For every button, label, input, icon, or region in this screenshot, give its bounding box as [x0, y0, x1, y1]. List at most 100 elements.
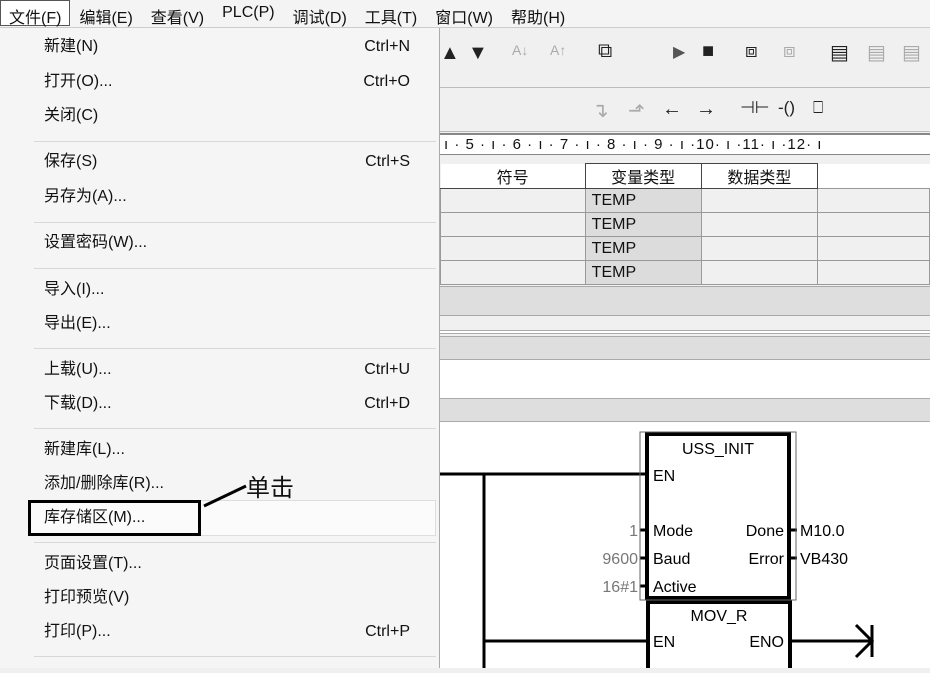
chart-status-icon[interactable]: ▤ — [867, 40, 886, 65]
menu-tools[interactable]: 工具(T) — [356, 0, 426, 27]
menu-item-label: 新建(N) — [44, 38, 99, 55]
menu-item-shortcut: Ctrl+D — [364, 395, 410, 412]
mov-r-eno: ENO — [749, 634, 784, 651]
menu-item-label: 另存为(A)... — [44, 188, 127, 205]
menu-item[interactable]: 设置密码(W)... — [44, 230, 424, 256]
menu-help[interactable]: 帮助(H) — [502, 0, 574, 27]
pin-active: Active — [653, 579, 697, 596]
separator — [34, 268, 436, 269]
menu-item[interactable]: 打印预览(V) — [44, 585, 424, 611]
network-comment[interactable] — [440, 360, 930, 398]
pin-done: Done — [746, 523, 784, 540]
active-value[interactable]: 16#1 — [602, 579, 638, 596]
menu-item[interactable]: 另存为(A)... — [44, 184, 424, 210]
box-icon[interactable]: ⎕ — [813, 98, 823, 118]
run-icon[interactable]: ▶ — [673, 42, 685, 62]
menu-item-shortcut: Ctrl+U — [364, 361, 410, 378]
ladder-network: USS_INIT EN Mode Baud Active 1 9600 16#1… — [440, 422, 930, 673]
menu-file[interactable]: 文件(F) — [0, 0, 71, 27]
stop-icon[interactable]: ■ — [702, 40, 714, 63]
menu-item-label: 导出(E)... — [44, 315, 111, 332]
var-type-cell[interactable]: TEMP — [584, 212, 702, 237]
menu-item[interactable]: 导出(E)... — [44, 311, 424, 337]
menu-item-label: 保存(S) — [44, 153, 98, 170]
menu-item[interactable]: 下载(D)... Ctrl+D — [44, 391, 424, 417]
menu-edit[interactable]: 编辑(E) — [70, 0, 141, 27]
menu-plc[interactable]: PLC(P) — [213, 0, 283, 26]
menu-item-label: 库存储区(M)... — [44, 509, 146, 526]
compile-icon[interactable]: ⧈ — [745, 40, 758, 63]
sort-ascending-icon[interactable]: A↓ — [512, 42, 528, 58]
table-row[interactable]: TEMP — [440, 188, 930, 213]
menu-item-label: 关闭(C) — [44, 107, 99, 124]
menu-item[interactable]: 保存(S) Ctrl+S — [44, 149, 424, 175]
baud-value[interactable]: 9600 — [602, 551, 638, 568]
menu-item[interactable]: 新建库(L)... — [44, 437, 424, 463]
menu-item-shortcut: Ctrl+N — [364, 38, 410, 55]
menu-item[interactable]: 打印(P)... Ctrl+P — [44, 619, 424, 645]
var-type-cell[interactable]: TEMP — [584, 260, 702, 285]
insert-left-line-icon[interactable]: ← — [662, 98, 682, 121]
trend-icon[interactable]: ▤ — [902, 40, 921, 65]
done-value[interactable]: M10.0 — [800, 523, 845, 540]
menu-item[interactable]: 新建(N) Ctrl+N — [44, 34, 424, 60]
menu-item[interactable]: 上载(U)... Ctrl+U — [44, 357, 424, 383]
insert-right-line-icon[interactable]: → — [696, 98, 716, 121]
separator — [34, 542, 436, 543]
menu-item-shortcut: Ctrl+S — [365, 153, 410, 170]
table-row[interactable]: TEMP — [440, 212, 930, 237]
network-title-bar — [440, 336, 930, 360]
error-value[interactable]: VB430 — [800, 551, 848, 568]
move-down-icon[interactable]: ▼ — [468, 42, 488, 65]
pin-error: Error — [748, 551, 784, 568]
uss-init-title: USS_INIT — [682, 441, 754, 458]
menu-item[interactable]: 关闭(C) — [44, 103, 424, 129]
move-up-icon[interactable]: ▲ — [440, 42, 460, 65]
insert-up-line-icon[interactable]: ⬏ — [628, 98, 645, 123]
menu-window[interactable]: 窗口(W) — [426, 0, 502, 27]
mode-value[interactable]: 1 — [629, 523, 638, 540]
separator — [34, 428, 436, 429]
coil-icon[interactable]: -() — [778, 98, 795, 118]
menu-item-label: 打印预览(V) — [44, 589, 130, 606]
var-type-cell[interactable]: TEMP — [584, 236, 702, 261]
menu-item[interactable]: 库存储区(M)... — [44, 505, 424, 531]
menu-item[interactable]: 页面设置(T)... — [44, 551, 424, 577]
menu-item-shortcut: Ctrl+O — [363, 73, 410, 90]
insert-down-line-icon[interactable]: ↴ — [592, 98, 609, 123]
toolbar-1: ▲ ▼ A↓ A↑ ⧉ ▶ ■ ⧈ ⧈ ▤ ▤ ▤ — [440, 28, 930, 88]
table-row[interactable]: TEMP — [440, 260, 930, 285]
divider — [440, 330, 930, 334]
menu-item[interactable]: 添加/删除库(R)... — [44, 471, 424, 497]
menu-item-label: 新建库(L)... — [44, 441, 125, 458]
mov-r-en: EN — [653, 634, 675, 651]
col-symbol: 符号 — [440, 163, 586, 189]
menu-item-label: 页面设置(T)... — [44, 555, 142, 572]
variable-table: 符号 变量类型 数据类型 TEMP TEMP TEMP TEMP — [440, 163, 930, 285]
pin-mode: Mode — [653, 523, 693, 540]
menu-item[interactable]: 导入(I)... — [44, 277, 424, 303]
mov-r-title: MOV_R — [691, 608, 748, 625]
menu-view[interactable]: 查看(V) — [142, 0, 213, 27]
ruler: ı · 5 · ı · 6 · ı · 7 · ı · 8 · ı · 9 · … — [440, 133, 930, 155]
menu-item[interactable]: 打开(O)... Ctrl+O — [44, 69, 424, 95]
separator — [34, 656, 436, 657]
table-row[interactable]: TEMP — [440, 236, 930, 261]
menu-item-label: 导入(I)... — [44, 281, 105, 298]
col-var-type: 变量类型 — [584, 163, 702, 189]
menu-debug[interactable]: 调试(D) — [284, 0, 356, 27]
contact-icon[interactable]: ⊣⊢ — [740, 98, 770, 118]
var-type-cell[interactable]: TEMP — [584, 188, 702, 213]
menu-item-label: 打印(P)... — [44, 623, 111, 640]
menu-item-label: 添加/删除库(R)... — [44, 475, 164, 492]
pin-baud: Baud — [653, 551, 690, 568]
menu-bar: 文件(F) 编辑(E) 查看(V) PLC(P) 调试(D) 工具(T) 窗口(… — [0, 0, 930, 28]
sort-descending-icon[interactable]: A↑ — [550, 42, 566, 58]
menu-item-label: 设置密码(W)... — [44, 234, 148, 251]
program-status-icon[interactable]: ▤ — [830, 40, 849, 65]
compile-all-icon[interactable]: ⧈ — [783, 40, 796, 63]
options-icon[interactable]: ⧉ — [598, 40, 612, 63]
uss-init-en: EN — [653, 468, 675, 485]
divider-band — [440, 286, 930, 316]
editor-area: ▲ ▼ A↓ A↑ ⧉ ▶ ■ ⧈ ⧈ ▤ ▤ ▤ ↴ ⬏ ← → ⊣⊢ -()… — [440, 28, 930, 673]
